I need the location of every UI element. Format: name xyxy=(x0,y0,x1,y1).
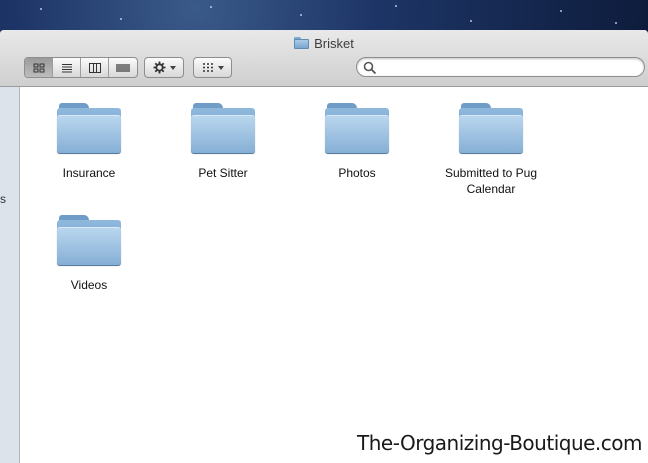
cover-flow-icon xyxy=(116,63,130,72)
list-view-icon xyxy=(61,63,72,72)
folder-contents: Insurance Pet Sitter Photos Submitted to… xyxy=(21,87,648,463)
column-view-button[interactable] xyxy=(81,58,109,77)
folder-label: Submitted to Pug Calendar xyxy=(444,166,538,196)
folder-label: Insurance xyxy=(62,166,116,180)
search-icon xyxy=(363,61,377,75)
folder-icon xyxy=(294,37,310,49)
view-switcher xyxy=(24,57,138,78)
folder-icon xyxy=(191,103,255,155)
chevron-down-icon xyxy=(169,65,176,70)
folder-label: Videos xyxy=(70,278,108,292)
list-view-button[interactable] xyxy=(53,58,81,77)
desktop-background xyxy=(0,0,648,34)
folder-label: Photos xyxy=(338,166,376,180)
gear-icon xyxy=(153,61,165,74)
toolbar: Brisket xyxy=(0,30,648,87)
folder-icon xyxy=(57,215,121,267)
chevron-down-icon xyxy=(217,65,224,70)
folder-item-submitted-to-pug-calendar[interactable]: Submitted to Pug Calendar xyxy=(424,103,558,197)
arrange-button[interactable] xyxy=(193,57,232,78)
folder-label: Pet Sitter xyxy=(198,166,248,180)
search-field[interactable] xyxy=(356,57,645,77)
arrange-grid-icon xyxy=(202,63,213,72)
sidebar: s xyxy=(0,87,20,463)
folder-icon xyxy=(325,103,389,155)
folder-item-videos[interactable]: Videos xyxy=(22,215,156,293)
folder-icon xyxy=(57,103,121,155)
icon-view-button[interactable] xyxy=(25,58,53,77)
icon-view-icon xyxy=(33,63,44,72)
window-title-text: Brisket xyxy=(314,35,354,51)
folder-icon xyxy=(459,103,523,155)
folder-item-insurance[interactable]: Insurance xyxy=(22,103,156,181)
window-title: Brisket xyxy=(0,35,648,51)
action-menu-button[interactable] xyxy=(144,57,184,78)
watermark-text: The-Organizing-Boutique.com xyxy=(357,431,642,455)
sidebar-label-fragment: s xyxy=(0,192,6,206)
folder-item-pet-sitter[interactable]: Pet Sitter xyxy=(156,103,290,181)
column-view-icon xyxy=(88,62,101,73)
finder-window: Brisket s Insurance Pet Sitter Photos Su… xyxy=(0,30,648,463)
folder-item-photos[interactable]: Photos xyxy=(290,103,424,181)
cover-flow-button[interactable] xyxy=(109,58,137,77)
